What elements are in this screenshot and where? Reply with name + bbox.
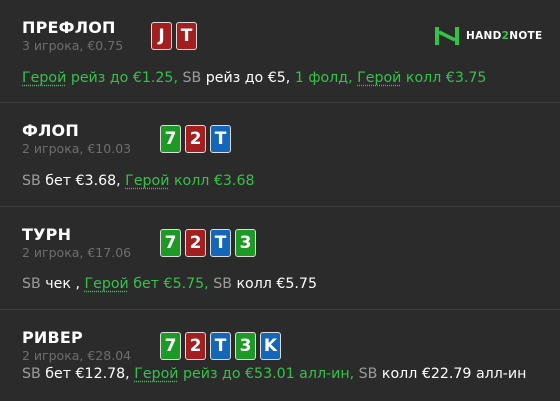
preflop-cards: J T: [151, 22, 197, 50]
player-hero-link[interactable]: Герой: [84, 276, 128, 292]
street-pot-info: 2 игрока, €28.04: [22, 348, 132, 363]
card: 3: [235, 332, 256, 360]
card: 7: [160, 229, 181, 257]
card: K: [260, 332, 281, 360]
street-name: ТУРН: [22, 225, 72, 244]
action-text: бет €3.68: [45, 173, 117, 189]
card: 2: [185, 125, 206, 153]
fold-text: 1 фолд: [294, 70, 349, 86]
card: J: [151, 22, 172, 50]
street-preflop: ПРЕФЛОП 3 игрока, €0.75 J T HAND2NOTE Ге…: [0, 0, 560, 103]
player-sb: SB: [22, 173, 41, 189]
card: 7: [160, 125, 181, 153]
turn-cards: 7 2 T 3: [160, 229, 256, 257]
preflop-actions: Герой рейз до €1.25, SB рейз до €5, 1 фо…: [22, 70, 487, 86]
river-cards: 7 2 T 3 K: [160, 332, 281, 360]
street-flop: ФЛОП 2 игрока, €10.03 7 2 T SB бет €3.68…: [0, 103, 560, 207]
action-text: рейз до €53.01 алл-ин: [183, 366, 350, 382]
street-pot-info: 2 игрока, €10.03: [22, 141, 132, 156]
card: T: [176, 22, 197, 50]
card: 7: [160, 332, 181, 360]
turn-actions: SB чек , Герой бет €5.75, SB колл €5.75: [22, 276, 317, 292]
street-name: ПРЕФЛОП: [22, 18, 116, 37]
action-text: колл €3.68: [173, 173, 255, 189]
card: T: [210, 125, 231, 153]
h2n-logo-icon: [435, 27, 459, 45]
flop-cards: 7 2 T: [160, 125, 231, 153]
player-hero-link[interactable]: Герой: [134, 366, 178, 382]
street-turn: ТУРН 2 игрока, €17.06 7 2 T 3 SB чек , Г…: [0, 207, 560, 310]
logo-text: HAND2NOTE: [466, 30, 543, 42]
action-text: рейз до €1.25: [70, 70, 174, 86]
card: 2: [185, 229, 206, 257]
hand2note-logo: HAND2NOTE: [434, 25, 542, 47]
action-text: колл €22.79 алл-ин: [381, 366, 527, 382]
player-hero-link[interactable]: Герой: [125, 173, 169, 189]
river-actions: SB бет €12.78, Герой рейз до €53.01 алл-…: [22, 366, 527, 382]
card: 3: [235, 229, 256, 257]
player-sb: SB: [213, 276, 232, 292]
street-river: РИВЕР 2 игрока, €28.04 7 2 T 3 K SB бет …: [0, 310, 560, 401]
player-hero-link[interactable]: Герой: [357, 70, 401, 86]
action-text: бет €12.78: [45, 366, 126, 382]
street-pot-info: 2 игрока, €17.06: [22, 245, 132, 260]
action-text: чек ,: [45, 276, 80, 292]
street-name: ФЛОП: [22, 121, 79, 140]
card: T: [210, 229, 231, 257]
action-text: колл €5.75: [236, 276, 317, 292]
player-sb: SB: [22, 366, 41, 382]
street-pot-info: 3 игрока, €0.75: [22, 38, 124, 53]
player-sb: SB: [182, 70, 202, 86]
street-name: РИВЕР: [22, 328, 83, 347]
player-sb: SB: [22, 276, 41, 292]
action-text: колл €3.75: [405, 70, 487, 86]
player-hero-link[interactable]: Герой: [22, 70, 66, 86]
action-text: рейз до €5: [205, 70, 286, 86]
player-sb: SB: [358, 366, 378, 382]
card: T: [210, 332, 231, 360]
action-text: бет €5.75,: [133, 276, 209, 292]
flop-actions: SB бет €3.68, Герой колл €3.68: [22, 173, 255, 189]
card: 2: [185, 332, 206, 360]
